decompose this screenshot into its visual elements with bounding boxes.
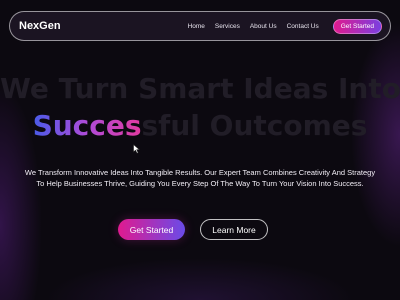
nav-get-started-button[interactable]: Get Started [332, 18, 382, 34]
hero-description: We Transform Innovative Ideas Into Tangi… [0, 167, 400, 189]
hero-description-line-1: We Transform Innovative Ideas Into Tangi… [24, 168, 376, 177]
get-started-button[interactable]: Get Started [118, 219, 185, 240]
mouse-pointer-icon [133, 141, 141, 159]
brand-logo[interactable]: NexGen [19, 20, 61, 32]
nav-link-about-us[interactable]: About Us [250, 23, 277, 30]
nav-link-home[interactable]: Home [188, 23, 205, 30]
nav-link-contact-us[interactable]: Contact Us [287, 23, 319, 30]
hero-title-line-1: We Turn Smart Ideas Into [0, 72, 400, 105]
hero-title-line-2: Successful Outcomes [0, 107, 400, 144]
background-glow [0, 0, 400, 300]
hero-title-line-2-rest: sful Outcomes [141, 109, 368, 142]
learn-more-button[interactable]: Learn More [200, 219, 268, 240]
hero-title-highlight: Succes [32, 109, 142, 142]
hero-title: We Turn Smart Ideas Into Successful Outc… [0, 70, 400, 144]
hero-description-line-2: To Help Businesses Thrive, Guiding You E… [36, 179, 364, 188]
navbar: NexGen Home Services About Us Contact Us… [9, 11, 391, 41]
nav-links: Home Services About Us Contact Us [188, 23, 319, 30]
nav-link-services[interactable]: Services [215, 23, 240, 30]
